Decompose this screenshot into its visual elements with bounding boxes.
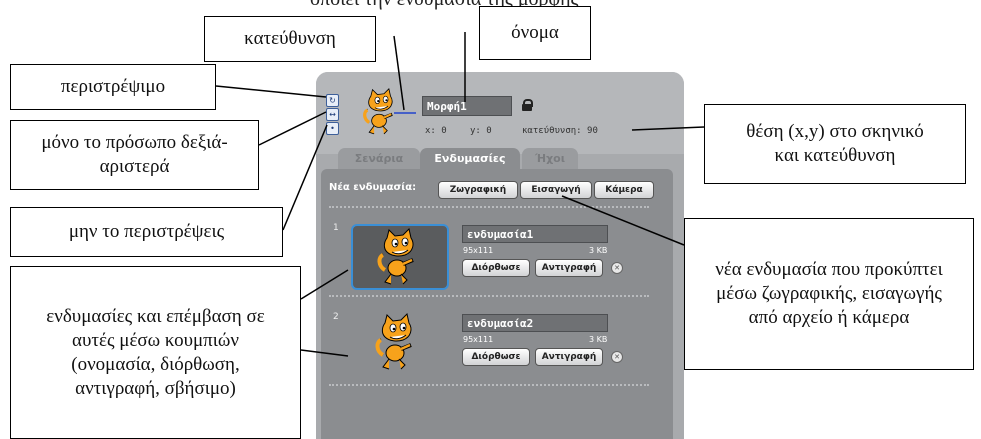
- callout-rotate: περιστρέψιμο: [10, 64, 216, 110]
- callout-position: θέση (x,y) στο σκηνικό και κατεύθυνση: [704, 104, 966, 184]
- callout-name: όνομα: [479, 6, 591, 60]
- callout-costumes: ενδυμασίες και επέμβαση σε αυτές μέσω κο…: [10, 266, 301, 439]
- callout-new-costume: νέα ενδυμασία που προκύπτει μέσω ζωγραφι…: [684, 218, 974, 370]
- callout-direction: κατεύθυνση: [204, 16, 376, 62]
- callout-left-right: μόνο το πρόσωπο δεξιά-αριστερά: [10, 120, 259, 190]
- callout-no-rotate: μην το περιστρέψεις: [10, 207, 283, 257]
